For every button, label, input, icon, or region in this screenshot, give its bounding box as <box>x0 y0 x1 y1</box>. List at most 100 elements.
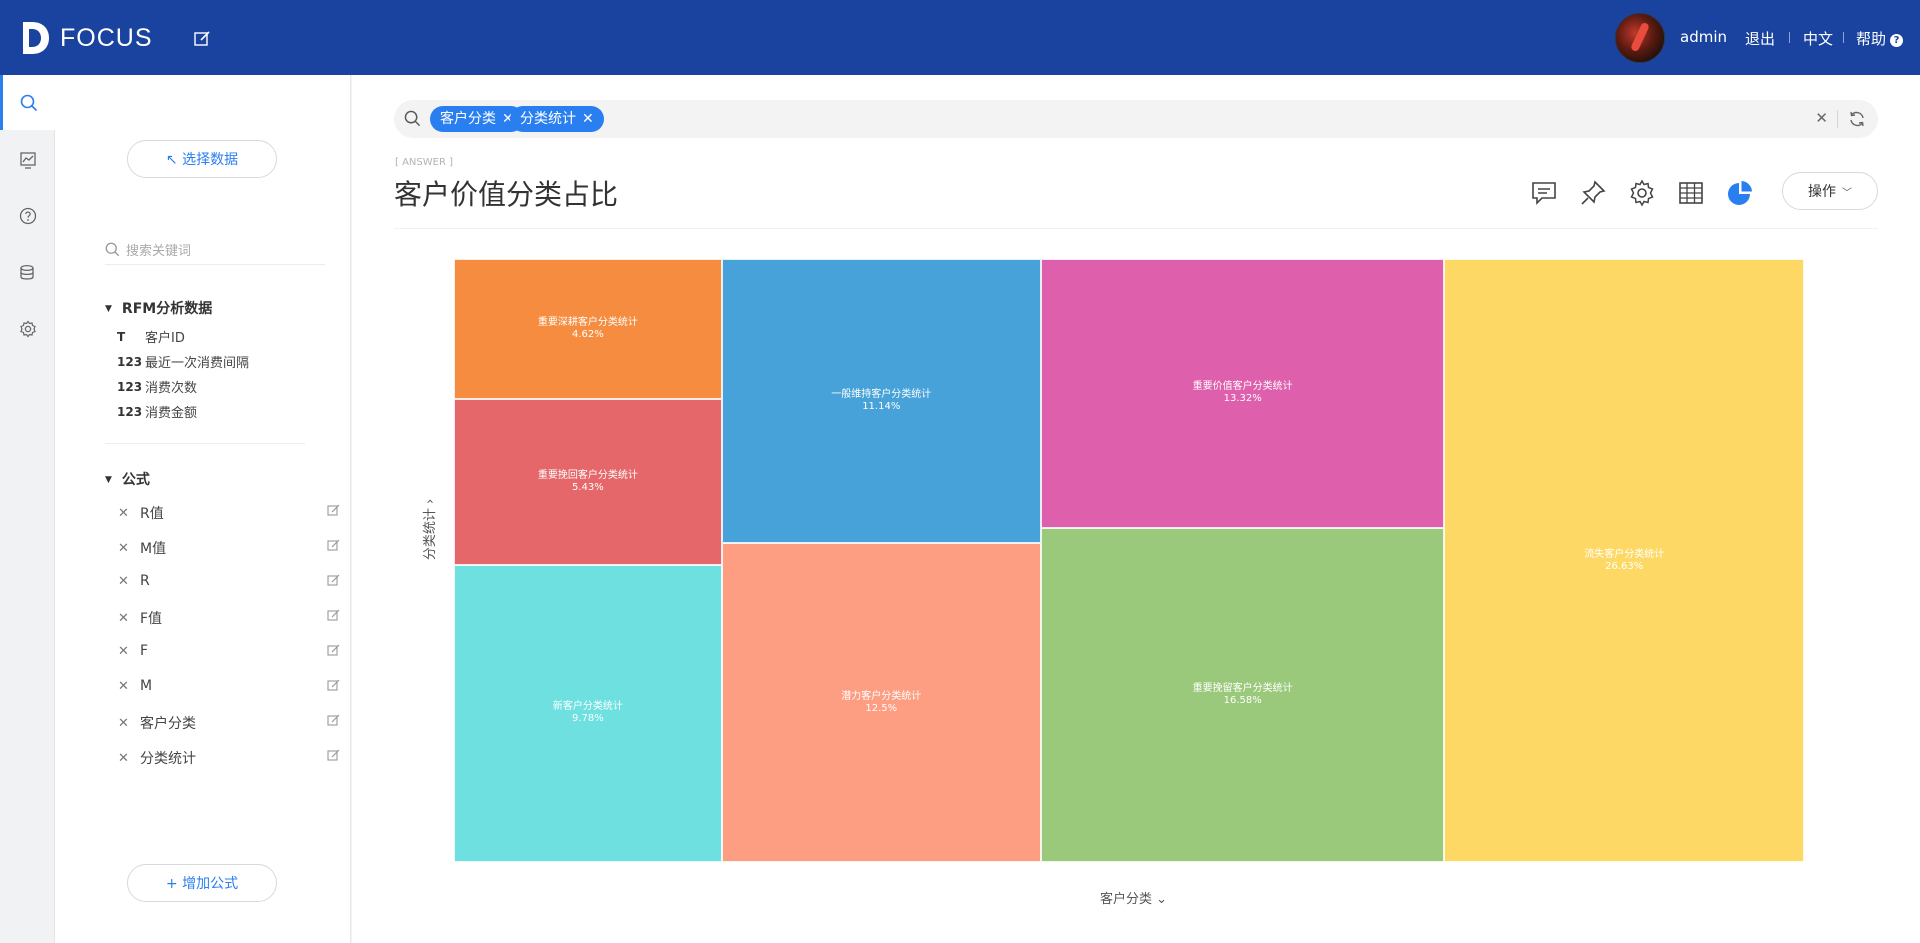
rail-dashboard[interactable] <box>0 132 55 187</box>
logout-link[interactable]: 退出 <box>1745 28 1775 49</box>
edit-icon[interactable] <box>327 539 340 552</box>
field-item[interactable]: 123 消费金额 <box>117 402 198 422</box>
formula-item[interactable]: ✕ M值 <box>118 538 350 558</box>
field-name: 消费次数 <box>145 381 198 396</box>
delete-icon[interactable]: ✕ <box>118 716 140 731</box>
rail-search[interactable] <box>0 75 55 130</box>
y-axis-title: 分类统计 <box>423 508 439 561</box>
formula-name: M <box>140 678 153 694</box>
avatar[interactable] <box>1615 13 1665 63</box>
search-bar[interactable]: 客户分类 ✕ 分类统计 ✕ ✕ <box>394 100 1878 138</box>
table-icon[interactable] <box>1677 179 1705 207</box>
formula-name: F <box>140 643 149 659</box>
pie-chart-icon[interactable] <box>1726 179 1754 207</box>
number-type-icon: 123 <box>117 404 143 419</box>
delete-icon[interactable]: ✕ <box>118 611 140 626</box>
chip-remove-icon[interactable]: ✕ <box>582 111 594 127</box>
tile-label: 重要挽回客户分类统计 <box>537 470 638 482</box>
comment-icon[interactable] <box>1530 179 1558 207</box>
search-icon <box>105 242 120 257</box>
add-formula-button[interactable]: + 增加公式 <box>127 864 277 902</box>
logo[interactable]: FOCUS <box>20 20 153 56</box>
group-rfm[interactable]: ▼ RFM分析数据 <box>105 298 212 318</box>
edit-icon[interactable] <box>327 714 340 727</box>
field-name: 最近一次消费间隔 <box>145 356 250 371</box>
chip-label: 客户分类 <box>440 111 496 127</box>
delete-icon[interactable]: ✕ <box>118 574 140 589</box>
field-item[interactable]: 123 消费次数 <box>117 377 198 397</box>
formula-item[interactable]: ✕ 分类统计 <box>118 748 350 768</box>
settings-icon <box>19 320 36 337</box>
delete-icon[interactable]: ✕ <box>118 644 140 659</box>
formula-name: M值 <box>140 541 167 557</box>
formula-item[interactable]: ✕ F值 <box>118 608 350 628</box>
field-item[interactable]: 123 最近一次消费间隔 <box>117 352 250 372</box>
operations-dropdown[interactable]: 操作 ﹀ <box>1782 172 1878 210</box>
edit-icon[interactable] <box>193 30 211 48</box>
edit-icon[interactable] <box>327 609 340 622</box>
formula-item[interactable]: ✕ F <box>118 643 350 659</box>
help-circle-icon <box>19 207 36 224</box>
edit-icon[interactable] <box>327 504 340 517</box>
tile-label: 一般维持客户分类统计 <box>831 389 932 401</box>
treemap-tile[interactable]: 重要价值客户分类统计 13.32% <box>1040 259 1445 528</box>
caret-down-icon: ▼ <box>105 475 112 485</box>
left-rail <box>0 75 55 943</box>
edit-icon[interactable] <box>327 679 340 692</box>
treemap-tile[interactable]: 流失客户分类统计 26.63% <box>1444 259 1804 862</box>
group-formula[interactable]: ▼ 公式 <box>105 469 150 489</box>
rail-data[interactable] <box>0 245 55 300</box>
x-axis-label[interactable]: 客户分类 ⌄ <box>1100 888 1167 907</box>
tile-percent: 5.43% <box>571 482 604 494</box>
treemap-tile[interactable]: 重要挽回客户分类统计 5.43% <box>454 399 722 565</box>
treemap-tile[interactable]: 一般维持客户分类统计 11.14% <box>721 259 1041 544</box>
help-label: 帮助 <box>1856 30 1887 48</box>
treemap-tile[interactable]: 潜力客户分类统计 12.5% <box>721 543 1041 862</box>
formula-item[interactable]: ✕ R <box>118 573 350 589</box>
edit-icon[interactable] <box>327 574 340 587</box>
separator <box>1837 110 1838 128</box>
tile-label: 重要深耕客户分类统计 <box>537 317 638 329</box>
tile-percent: 16.58% <box>1223 694 1262 706</box>
chip-label: 分类统计 <box>520 111 576 127</box>
pin-icon[interactable] <box>1579 179 1607 207</box>
delete-icon[interactable]: ✕ <box>118 751 140 766</box>
divider <box>105 443 305 444</box>
field-item[interactable]: T 客户ID <box>117 327 185 347</box>
refresh-icon[interactable] <box>1848 110 1866 128</box>
treemap-tile[interactable]: 重要挽留客户分类统计 16.58% <box>1040 527 1445 862</box>
help-link[interactable]: 帮助? <box>1856 28 1904 49</box>
username[interactable]: admin <box>1680 28 1727 46</box>
keyword-search[interactable]: 搜索关键词 <box>105 235 325 265</box>
divider <box>394 228 1878 229</box>
formula-item[interactable]: ✕ M <box>118 678 350 694</box>
search-chip[interactable]: 分类统计 ✕ <box>510 106 604 132</box>
treemap-tile[interactable]: 重要深耕客户分类统计 4.62% <box>454 259 722 400</box>
delete-icon[interactable]: ✕ <box>118 679 140 694</box>
tile-percent: 4.62% <box>571 329 604 341</box>
formula-item[interactable]: ✕ R值 <box>118 503 350 523</box>
rail-help[interactable] <box>0 188 55 243</box>
formula-name: 客户分类 <box>140 716 196 732</box>
edit-icon[interactable] <box>327 644 340 657</box>
y-axis-label[interactable]: 分类统计 › <box>419 499 438 560</box>
edit-icon[interactable] <box>327 749 340 762</box>
tile-label: 流失客户分类统计 <box>1584 548 1665 560</box>
formula-item[interactable]: ✕ 客户分类 <box>118 713 350 733</box>
select-data-button[interactable]: ↖ 选择数据 <box>127 140 277 178</box>
delete-icon[interactable]: ✕ <box>118 506 140 521</box>
logo-text: FOCUS <box>60 23 153 52</box>
language-link[interactable]: 中文 <box>1803 28 1833 49</box>
delete-icon[interactable]: ✕ <box>118 541 140 556</box>
settings-icon[interactable] <box>1628 179 1656 207</box>
clear-search-icon[interactable]: ✕ <box>1815 109 1828 127</box>
group-formula-title: 公式 <box>121 472 150 488</box>
field-name: 消费金额 <box>145 406 198 421</box>
number-type-icon: 123 <box>117 379 143 394</box>
treemap-tile[interactable]: 新客户分类统计 9.78% <box>454 564 722 862</box>
treemap-chart: 重要深耕客户分类统计 4.62% 重要挽回客户分类统计 5.43% 新客户分类统计 9.7… <box>454 259 1804 862</box>
rail-settings[interactable] <box>0 301 55 356</box>
help-icon: ? <box>1890 34 1904 47</box>
tile-percent: 9.78% <box>571 713 604 725</box>
formula-name: 分类统计 <box>140 751 196 767</box>
